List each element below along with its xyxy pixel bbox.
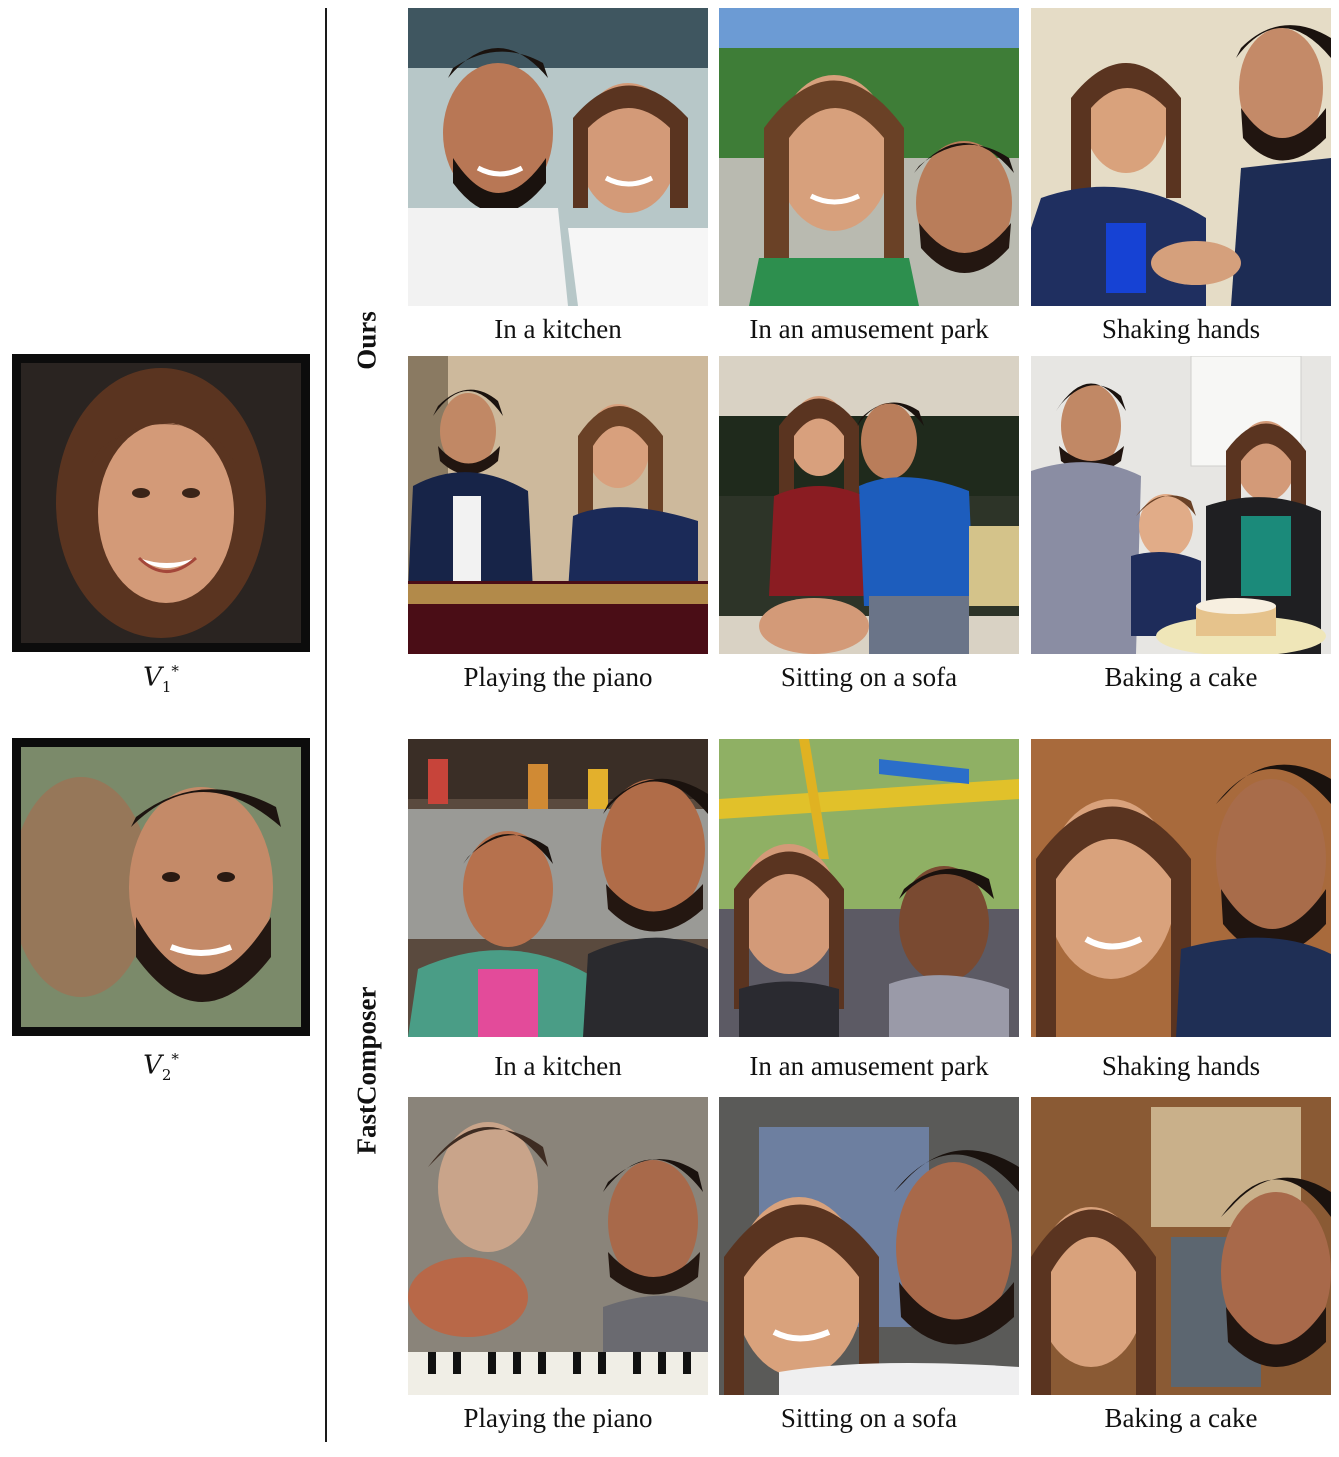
fastcomposer-image-shaking-hands	[1031, 739, 1331, 1037]
ours-image-kitchen	[408, 8, 708, 306]
method-label-ours: Ours	[351, 311, 382, 370]
caption-ours-shaking-hands: Shaking hands	[1101, 314, 1261, 344]
fastcomposer-image-sofa	[719, 1097, 1019, 1395]
caption-ours-sofa: Sitting on a sofa	[780, 662, 958, 692]
ours-image-shaking-hands	[1031, 8, 1331, 306]
ours-image-amusement-park	[719, 8, 1019, 306]
fastcomposer-image-piano	[408, 1097, 708, 1395]
fastcomposer-image-kitchen	[408, 739, 708, 1037]
caption-ours-kitchen: In a kitchen	[494, 314, 622, 344]
reference-label-v2: V2*	[143, 1050, 179, 1084]
method-label-fastcomposer: FastComposer	[351, 986, 382, 1155]
caption-ours-piano: Playing the piano	[463, 662, 653, 692]
reference-image-man	[12, 738, 310, 1036]
fastcomposer-image-baking	[1031, 1097, 1331, 1395]
ours-image-baking	[1031, 356, 1331, 654]
caption-fastcomposer-kitchen: In a kitchen	[494, 1051, 622, 1081]
caption-fastcomposer-baking: Baking a cake	[1104, 1403, 1258, 1433]
caption-ours-baking: Baking a cake	[1104, 662, 1258, 692]
ours-image-piano	[408, 356, 708, 654]
reference-label-v1: V1*	[143, 662, 179, 696]
caption-fastcomposer-amusement-park: In an amusement park	[749, 1051, 989, 1081]
caption-fastcomposer-shaking-hands: Shaking hands	[1101, 1051, 1261, 1081]
caption-fastcomposer-piano: Playing the piano	[463, 1403, 653, 1433]
reference-image-woman	[12, 354, 310, 652]
caption-ours-amusement-park: In an amusement park	[749, 314, 989, 344]
caption-fastcomposer-sofa: Sitting on a sofa	[780, 1403, 958, 1433]
fastcomposer-image-amusement-park	[719, 739, 1019, 1037]
vertical-divider	[325, 8, 327, 1442]
ours-image-sofa	[719, 356, 1019, 654]
